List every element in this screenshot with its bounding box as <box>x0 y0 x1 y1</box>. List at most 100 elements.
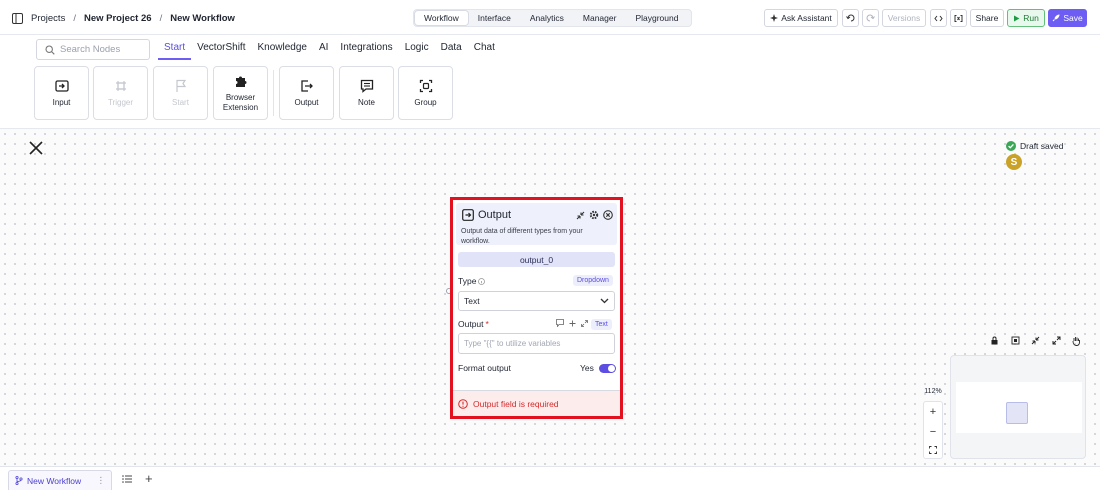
expand-icon[interactable] <box>581 319 588 327</box>
info-icon[interactable] <box>478 277 486 285</box>
format-output-label: Format output <box>458 363 511 373</box>
breadcrumb-separator: / <box>73 12 76 24</box>
node-card-label: Note <box>358 97 375 107</box>
node-card-label: Input <box>52 97 71 107</box>
variable-brackets-icon <box>954 14 963 22</box>
workflow-tab[interactable]: New Workflow ⋮ <box>8 470 112 490</box>
node-description: Output data of different types from your… <box>461 228 583 245</box>
embed-code-button[interactable] <box>930 9 947 27</box>
run-label: Run <box>1023 13 1039 23</box>
trigger-icon <box>114 79 128 93</box>
error-message: Output field is required <box>453 390 620 416</box>
chat-icon[interactable] <box>556 319 564 327</box>
sidebar-toggle-icon[interactable] <box>12 12 23 24</box>
play-icon <box>1013 15 1020 22</box>
variables-button[interactable] <box>950 9 967 27</box>
undo-icon <box>846 14 855 23</box>
ask-assistant-button[interactable]: Ask Assistant <box>764 9 838 27</box>
tab-manager[interactable]: Manager <box>574 11 626 25</box>
redo-button[interactable] <box>862 9 879 27</box>
tab-data[interactable]: Data <box>435 39 468 60</box>
tab-ai[interactable]: AI <box>313 39 334 60</box>
search-icon <box>45 44 55 55</box>
close-icon[interactable] <box>28 140 44 156</box>
redo-icon <box>866 14 875 23</box>
required-mark: * <box>485 319 489 329</box>
node-card-output[interactable]: Output <box>279 66 334 120</box>
undo-button[interactable] <box>842 9 859 27</box>
bottom-tab-bar <box>0 466 1100 490</box>
collapse-icon[interactable] <box>576 211 585 220</box>
format-output-toggle[interactable] <box>599 364 616 373</box>
breadcrumb: Projects / New Project 26 / New Workflow <box>12 11 235 25</box>
zoom-controls: + − <box>923 401 943 459</box>
breadcrumb-project[interactable]: New Project 26 <box>84 13 152 24</box>
output-node[interactable]: Output Output data of different types fr… <box>450 197 623 419</box>
output-icon <box>300 79 314 93</box>
tab-vectorshift[interactable]: VectorShift <box>191 39 251 60</box>
chevron-down-icon <box>600 298 609 304</box>
type-label: Type <box>458 276 477 286</box>
save-label: Save <box>1063 13 1083 23</box>
save-button[interactable]: Save <box>1048 9 1087 27</box>
output-field[interactable]: Type "{{" to utilize variables <box>458 333 615 354</box>
fit-view-icon[interactable] <box>929 446 937 454</box>
node-card-browser-extension[interactable]: Browser Extension <box>213 66 268 120</box>
node-card-label: Group <box>414 97 437 107</box>
node-card-group[interactable]: Group <box>398 66 453 120</box>
node-card-note[interactable]: Note <box>339 66 394 120</box>
avatar[interactable]: S <box>1006 154 1022 170</box>
minimap-viewport <box>956 382 1082 433</box>
node-card-start[interactable]: Start <box>153 66 208 120</box>
type-tag: Dropdown <box>573 275 613 286</box>
shrink-icon[interactable] <box>1031 336 1040 345</box>
node-card-trigger[interactable]: Trigger <box>93 66 148 120</box>
zoom-out-button[interactable]: − <box>930 426 936 438</box>
toolbar-divider <box>273 70 274 116</box>
add-tab-button[interactable]: + <box>145 471 153 486</box>
node-card-label: Browser Extension <box>222 92 259 112</box>
tab-menu-icon[interactable]: ⋮ <box>97 475 106 486</box>
search-input[interactable]: Search Nodes <box>36 39 150 60</box>
fullscreen-icon[interactable] <box>1052 336 1061 345</box>
search-placeholder: Search Nodes <box>60 44 121 55</box>
close-circle-icon[interactable] <box>603 210 613 220</box>
node-title: Output <box>462 209 511 221</box>
minimap-node <box>1006 402 1028 424</box>
tab-workflow[interactable]: Workflow <box>415 11 468 25</box>
gear-icon[interactable] <box>589 210 599 220</box>
node-name-field[interactable]: output_0 <box>458 252 615 267</box>
run-button[interactable]: Run <box>1007 9 1045 27</box>
group-icon <box>419 79 433 93</box>
output-label: Output <box>458 319 484 329</box>
tab-playground[interactable]: Playground <box>626 11 687 25</box>
breadcrumb-projects[interactable]: Projects <box>31 13 65 24</box>
error-text: Output field is required <box>473 398 559 409</box>
plus-icon[interactable] <box>569 320 576 327</box>
versions-button[interactable]: Versions <box>882 9 926 27</box>
nav-tabs: Workflow Interface Analytics Manager Pla… <box>413 9 692 27</box>
screenshot-icon[interactable] <box>1011 336 1020 345</box>
tab-integrations[interactable]: Integrations <box>334 39 398 60</box>
breadcrumb-workflow[interactable]: New Workflow <box>170 13 235 24</box>
list-icon[interactable] <box>122 474 133 484</box>
branch-icon <box>15 476 23 485</box>
output-field-actions <box>556 319 588 327</box>
breadcrumb-separator: / <box>159 12 163 24</box>
tab-knowledge[interactable]: Knowledge <box>251 39 312 60</box>
tab-start[interactable]: Start <box>158 39 192 60</box>
type-select[interactable]: Text <box>458 291 615 311</box>
minimap[interactable] <box>950 355 1086 459</box>
zoom-in-button[interactable]: + <box>930 406 936 418</box>
node-card-input[interactable]: Input <box>34 66 89 120</box>
share-button[interactable]: Share <box>970 9 1004 27</box>
tab-interface[interactable]: Interface <box>469 11 520 25</box>
draft-status: Draft saved <box>1006 141 1063 151</box>
tab-analytics[interactable]: Analytics <box>521 11 573 25</box>
zoom-level: 112% <box>924 388 942 395</box>
tab-chat[interactable]: Chat <box>468 39 501 60</box>
output-label-row: Output * <box>458 319 489 329</box>
hand-icon[interactable] <box>1072 336 1081 346</box>
tab-logic[interactable]: Logic <box>399 39 435 60</box>
lock-icon[interactable] <box>990 336 999 345</box>
